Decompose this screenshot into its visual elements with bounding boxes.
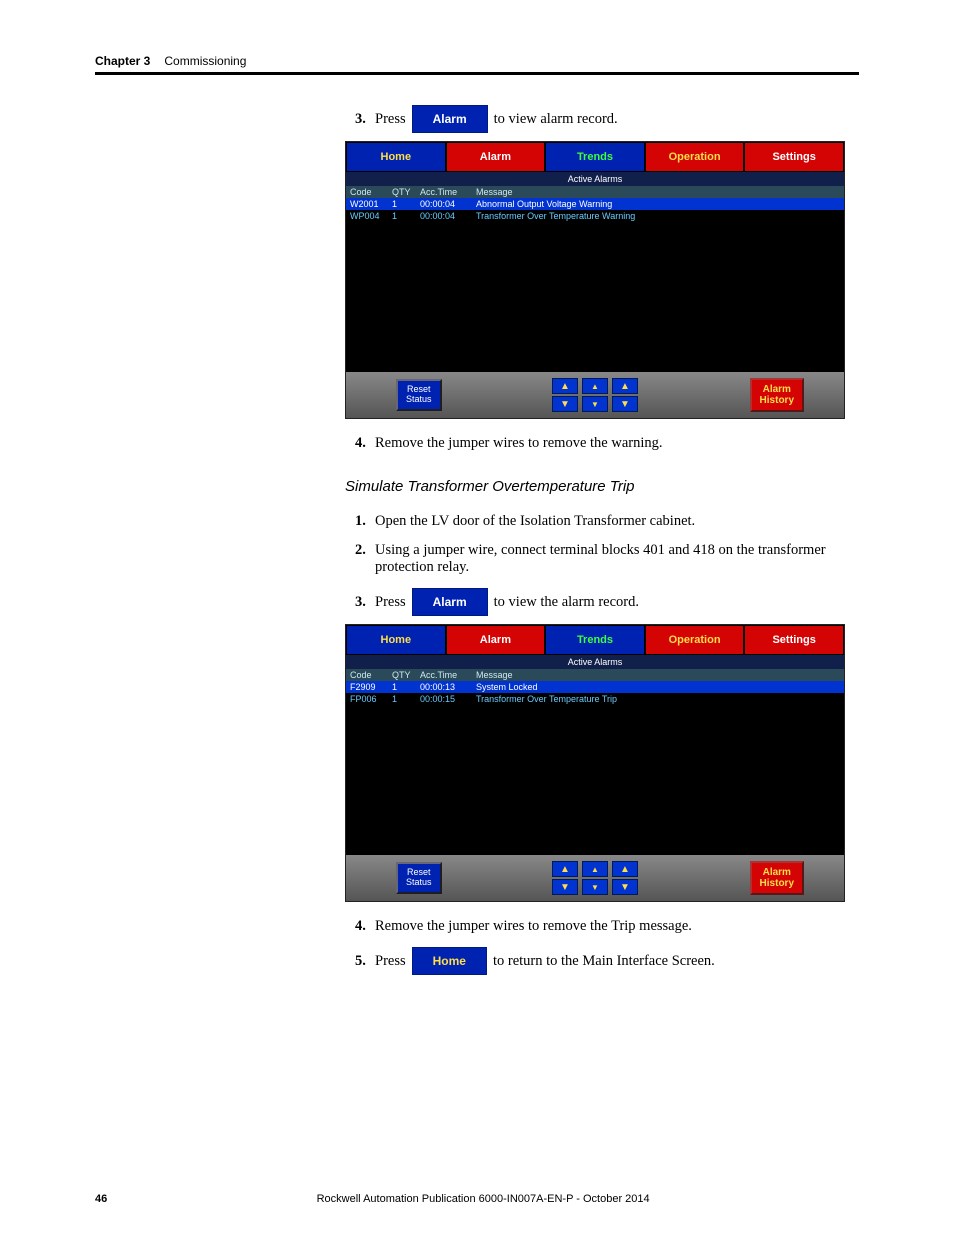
table-row[interactable]: F2909100:00:13System Locked [346,681,844,693]
header-rule [95,72,859,75]
step-b3-post: to view the alarm record. [494,594,639,611]
alarm-history-button[interactable]: Alarm History [750,378,804,412]
arrow-top-icon[interactable] [552,378,578,394]
chapter-title: Commissioning [164,54,246,68]
reset-status-button[interactable]: Reset Status [396,379,442,411]
arrow-up-icon[interactable] [612,378,638,394]
arrow-page-up-icon[interactable] [582,378,608,394]
alarm-table-header: Code QTY Acc.Time Message [346,186,844,198]
hmi-screenshot-2: Home Alarm Trends Operation Settings Act… [345,624,845,902]
step-b3-pre: Press [375,594,406,611]
col-msg: Message [472,669,844,681]
table-row[interactable]: FP006100:00:15Transformer Over Temperatu… [346,693,844,705]
arrow-page-up-icon[interactable] [582,861,608,877]
page-header: Chapter 3 Commissioning [95,54,859,68]
arrow-page-down-icon[interactable] [582,396,608,412]
chapter-label: Chapter 3 [95,54,150,68]
col-acc: Acc.Time [416,669,472,681]
active-alarms-title: Active Alarms [346,655,844,669]
tab-alarm[interactable]: Alarm [446,625,546,655]
step-b2: 2. Using a jumper wire, connect terminal… [355,542,859,576]
step-b4: 4. Remove the jumper wires to remove the… [355,918,859,935]
step-b2-text: Using a jumper wire, connect terminal bl… [375,542,859,576]
tab-alarm[interactable]: Alarm [446,142,546,172]
table-row[interactable]: WP004100:00:04Transformer Over Temperatu… [346,210,844,222]
step-a3-post: to view alarm record. [494,111,618,128]
step-a4-text: Remove the jumper wires to remove the wa… [375,435,663,452]
step-a3: 3. Press Alarm to view alarm record. [355,105,859,133]
nav-arrows [552,861,638,895]
step-a4: 4. Remove the jumper wires to remove the… [355,435,859,452]
col-code: Code [346,186,388,198]
home-button-inline[interactable]: Home [412,947,487,975]
step-b5-post: to return to the Main Interface Screen. [493,953,715,970]
step-b3: 3. Press Alarm to view the alarm record. [355,588,859,616]
tab-operation[interactable]: Operation [645,625,745,655]
tab-home[interactable]: Home [346,625,446,655]
arrow-up-icon[interactable] [612,861,638,877]
step-a3-pre: Press [375,111,406,128]
alarm-history-button[interactable]: Alarm History [750,861,804,895]
tab-settings[interactable]: Settings [744,625,844,655]
tab-trends[interactable]: Trends [545,142,645,172]
col-acc: Acc.Time [416,186,472,198]
step-b5: 5. Press Home to return to the Main Inte… [355,947,859,975]
page-footer: 46 Rockwell Automation Publication 6000-… [95,1193,859,1205]
col-qty: QTY [388,186,416,198]
alarm-button-inline-2[interactable]: Alarm [412,588,488,616]
col-msg: Message [472,186,844,198]
arrow-page-down-icon[interactable] [582,879,608,895]
arrow-bottom-icon[interactable] [552,396,578,412]
alarm-button-inline-1[interactable]: Alarm [412,105,488,133]
step-b5-pre: Press [375,953,406,970]
publication-info: Rockwell Automation Publication 6000-IN0… [317,1193,650,1205]
active-alarms-title: Active Alarms [346,172,844,186]
nav-arrows [552,378,638,412]
arrow-bottom-icon[interactable] [552,879,578,895]
arrow-down-icon[interactable] [612,879,638,895]
tab-settings[interactable]: Settings [744,142,844,172]
subsection-title: Simulate Transformer Overtemperature Tri… [345,478,859,495]
tab-operation[interactable]: Operation [645,142,745,172]
col-code: Code [346,669,388,681]
step-b1-text: Open the LV door of the Isolation Transf… [375,513,695,530]
page-number: 46 [95,1193,107,1205]
step-b4-text: Remove the jumper wires to remove the Tr… [375,918,692,935]
step-b1: 1. Open the LV door of the Isolation Tra… [355,513,859,530]
col-qty: QTY [388,669,416,681]
arrow-down-icon[interactable] [612,396,638,412]
tab-home[interactable]: Home [346,142,446,172]
tab-trends[interactable]: Trends [545,625,645,655]
table-row[interactable]: W2001100:00:04Abnormal Output Voltage Wa… [346,198,844,210]
hmi-screenshot-1: Home Alarm Trends Operation Settings Act… [345,141,845,419]
reset-status-button[interactable]: Reset Status [396,862,442,894]
alarm-table-header: Code QTY Acc.Time Message [346,669,844,681]
arrow-top-icon[interactable] [552,861,578,877]
